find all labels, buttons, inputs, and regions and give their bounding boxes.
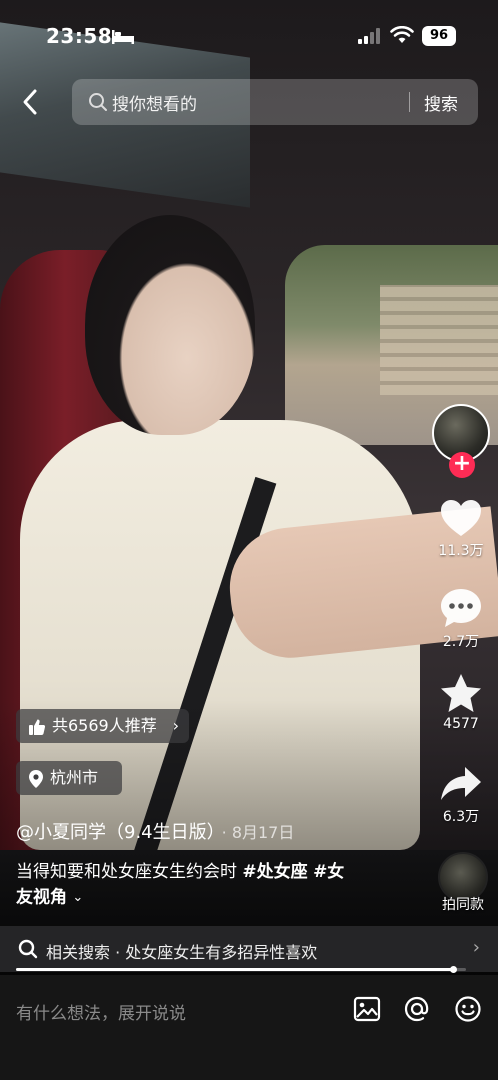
search-icon — [89, 93, 107, 111]
related-query: 处女座女生有多招异性喜欢 — [125, 943, 318, 962]
search-input[interactable]: 搜你想看的 搜索 — [72, 79, 478, 125]
same-style-label: 拍同款 — [442, 897, 484, 913]
follow-button[interactable]: + — [449, 452, 475, 478]
building-outside — [380, 285, 498, 395]
hashtag[interactable]: #处女座 — [242, 862, 307, 882]
wifi-icon — [390, 26, 414, 43]
progress-knob[interactable] — [449, 966, 457, 973]
share-button[interactable]: 6.3万 — [431, 764, 491, 826]
favorite-button[interactable]: 4577 — [431, 672, 491, 732]
comment-input[interactable]: 有什么想法，展开说说 — [16, 999, 186, 1024]
search-button[interactable]: 搜索 — [424, 90, 458, 115]
status-bar: 23:58 96 — [0, 22, 498, 52]
sleep-mode-icon — [112, 30, 134, 44]
post-date: · 8月17日 — [221, 823, 295, 842]
location-label: 杭州市 — [50, 768, 99, 787]
comment-icon — [441, 589, 481, 627]
same-style-button[interactable]: 拍同款 — [434, 852, 492, 914]
back-arrow-icon[interactable] — [18, 88, 42, 116]
location-chip[interactable]: 杭州市 — [16, 761, 122, 795]
emoji-icon[interactable] — [454, 995, 482, 1023]
cellular-signal-icon — [358, 28, 380, 44]
related-prefix: 相关搜索 · — [46, 943, 126, 962]
status-time: 23:58 — [46, 24, 113, 48]
search-icon — [18, 939, 38, 959]
hashtag[interactable]: #女 — [313, 862, 344, 882]
chevron-down-icon[interactable]: ⌄ — [72, 885, 83, 910]
author-line: @小夏同学（9.4生日版） · 8月17日 — [16, 818, 294, 844]
video-progress-bar[interactable] — [16, 966, 466, 973]
comment-count: 2.7万 — [442, 634, 480, 650]
thumbs-up-icon — [29, 719, 46, 735]
recommend-count: 共6569人推荐 — [52, 716, 157, 735]
share-arrow-icon — [441, 767, 481, 800]
image-icon[interactable] — [353, 995, 381, 1023]
author-avatar[interactable]: + — [432, 404, 492, 478]
person-head — [85, 215, 255, 435]
chevron-right-icon: › — [472, 937, 480, 958]
caption-text: 当得知要和处女座女生约会时 — [16, 862, 243, 882]
hashtag-continued[interactable]: 友视角 — [16, 888, 67, 908]
star-icon — [441, 674, 481, 712]
heart-icon — [441, 500, 481, 536]
share-count: 6.3万 — [442, 809, 480, 825]
progress-fill — [16, 968, 453, 971]
battery-icon: 96 — [422, 26, 456, 46]
author-name[interactable]: @小夏同学（9.4生日版） — [16, 822, 216, 843]
chevron-right-icon: › — [172, 716, 179, 735]
caption[interactable]: 当得知要和处女座女生约会时 #处女座 #女友视角 ⌄ — [16, 860, 376, 911]
comment-button[interactable]: 2.7万 — [431, 587, 491, 651]
like-count: 11.3万 — [438, 543, 484, 559]
recommend-chip[interactable]: 共6569人推荐 › — [16, 709, 189, 743]
search-divider — [409, 92, 410, 112]
like-button[interactable]: 11.3万 — [431, 498, 491, 560]
comment-bar: 有什么想法，展开说说 — [0, 975, 498, 1080]
location-pin-icon — [29, 769, 43, 788]
related-search-text: 相关搜索 · 处女座女生有多招异性喜欢 — [46, 939, 317, 963]
search-placeholder: 搜你想看的 — [112, 95, 197, 115]
related-search-bar[interactable]: 相关搜索 · 处女座女生有多招异性喜欢 › — [0, 926, 498, 972]
mention-icon[interactable] — [403, 995, 431, 1023]
favorite-count: 4577 — [443, 716, 479, 732]
